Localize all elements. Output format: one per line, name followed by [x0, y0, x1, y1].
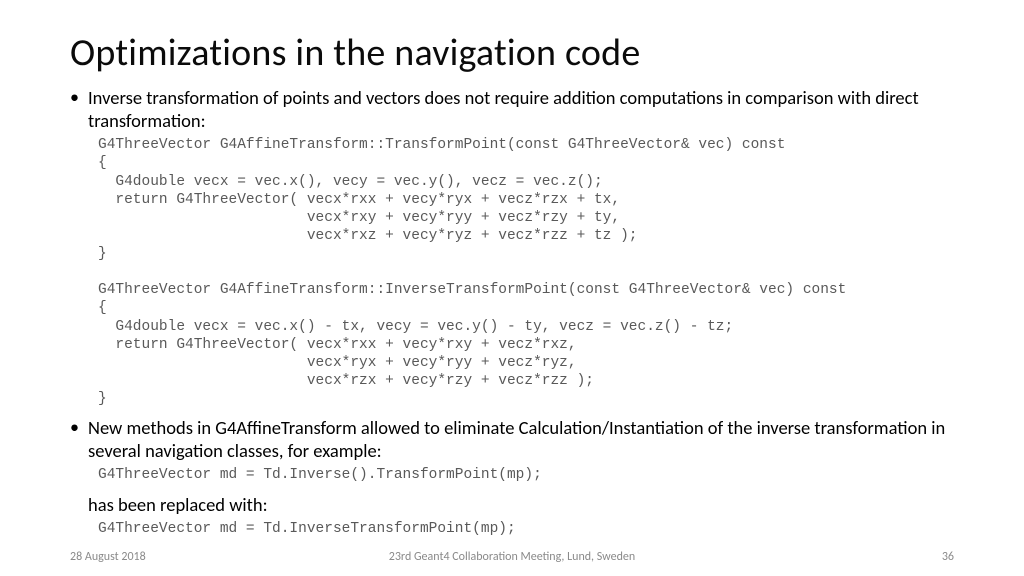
slide-title: Optimizations in the navigation code: [70, 30, 954, 76]
bullet-list: Inverse transformation of points and vec…: [70, 86, 954, 132]
footer-meeting: 23rd Geant4 Collaboration Meeting, Lund,…: [0, 550, 1024, 564]
footer: 28 August 2018 23rd Geant4 Collaboration…: [0, 550, 1024, 564]
code-block-2: G4ThreeVector md = Td.Inverse().Transfor…: [98, 466, 954, 484]
slide: Optimizations in the navigation code Inv…: [0, 0, 1024, 576]
bullet-list-2: New methods in G4AffineTransform allowed…: [70, 416, 954, 462]
bullet-item-1: Inverse transformation of points and vec…: [70, 86, 954, 132]
replaced-text: has been replaced with:: [88, 493, 954, 516]
footer-page: 36: [942, 550, 954, 564]
code-block-3: G4ThreeVector md = Td.InverseTransformPo…: [98, 520, 954, 538]
footer-date: 28 August 2018: [70, 550, 146, 564]
code-block-1: G4ThreeVector G4AffineTransform::Transfo…: [98, 136, 954, 408]
bullet-item-2: New methods in G4AffineTransform allowed…: [70, 416, 954, 462]
